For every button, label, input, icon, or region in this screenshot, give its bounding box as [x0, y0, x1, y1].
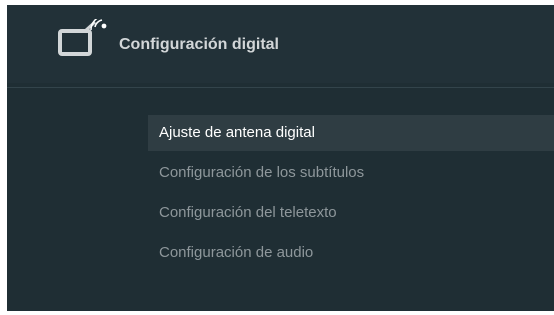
menu-item-antenna[interactable]: Ajuste de antena digital [148, 115, 554, 151]
menu-item-label: Configuración de los subtítulos [159, 164, 365, 181]
header-divider [7, 87, 554, 88]
menu-item-label: Configuración de audio [159, 244, 314, 261]
digital-settings-screen: Configuración digital Ajuste de antena d… [7, 5, 554, 311]
menu-item-teletext[interactable]: Configuración del teletexto [148, 195, 554, 231]
tv-signal-icon [58, 19, 107, 56]
menu-item-label: Configuración del teletexto [159, 204, 337, 221]
menu-item-label: Ajuste de antena digital [159, 124, 315, 141]
menu-item-audio[interactable]: Configuración de audio [148, 235, 554, 271]
menu-item-subtitles[interactable]: Configuración de los subtítulos [148, 155, 554, 191]
settings-menu: Ajuste de antena digital Configuración d… [148, 115, 554, 275]
header-bar: Configuración digital [7, 5, 554, 83]
page-title: Configuración digital [119, 36, 279, 53]
